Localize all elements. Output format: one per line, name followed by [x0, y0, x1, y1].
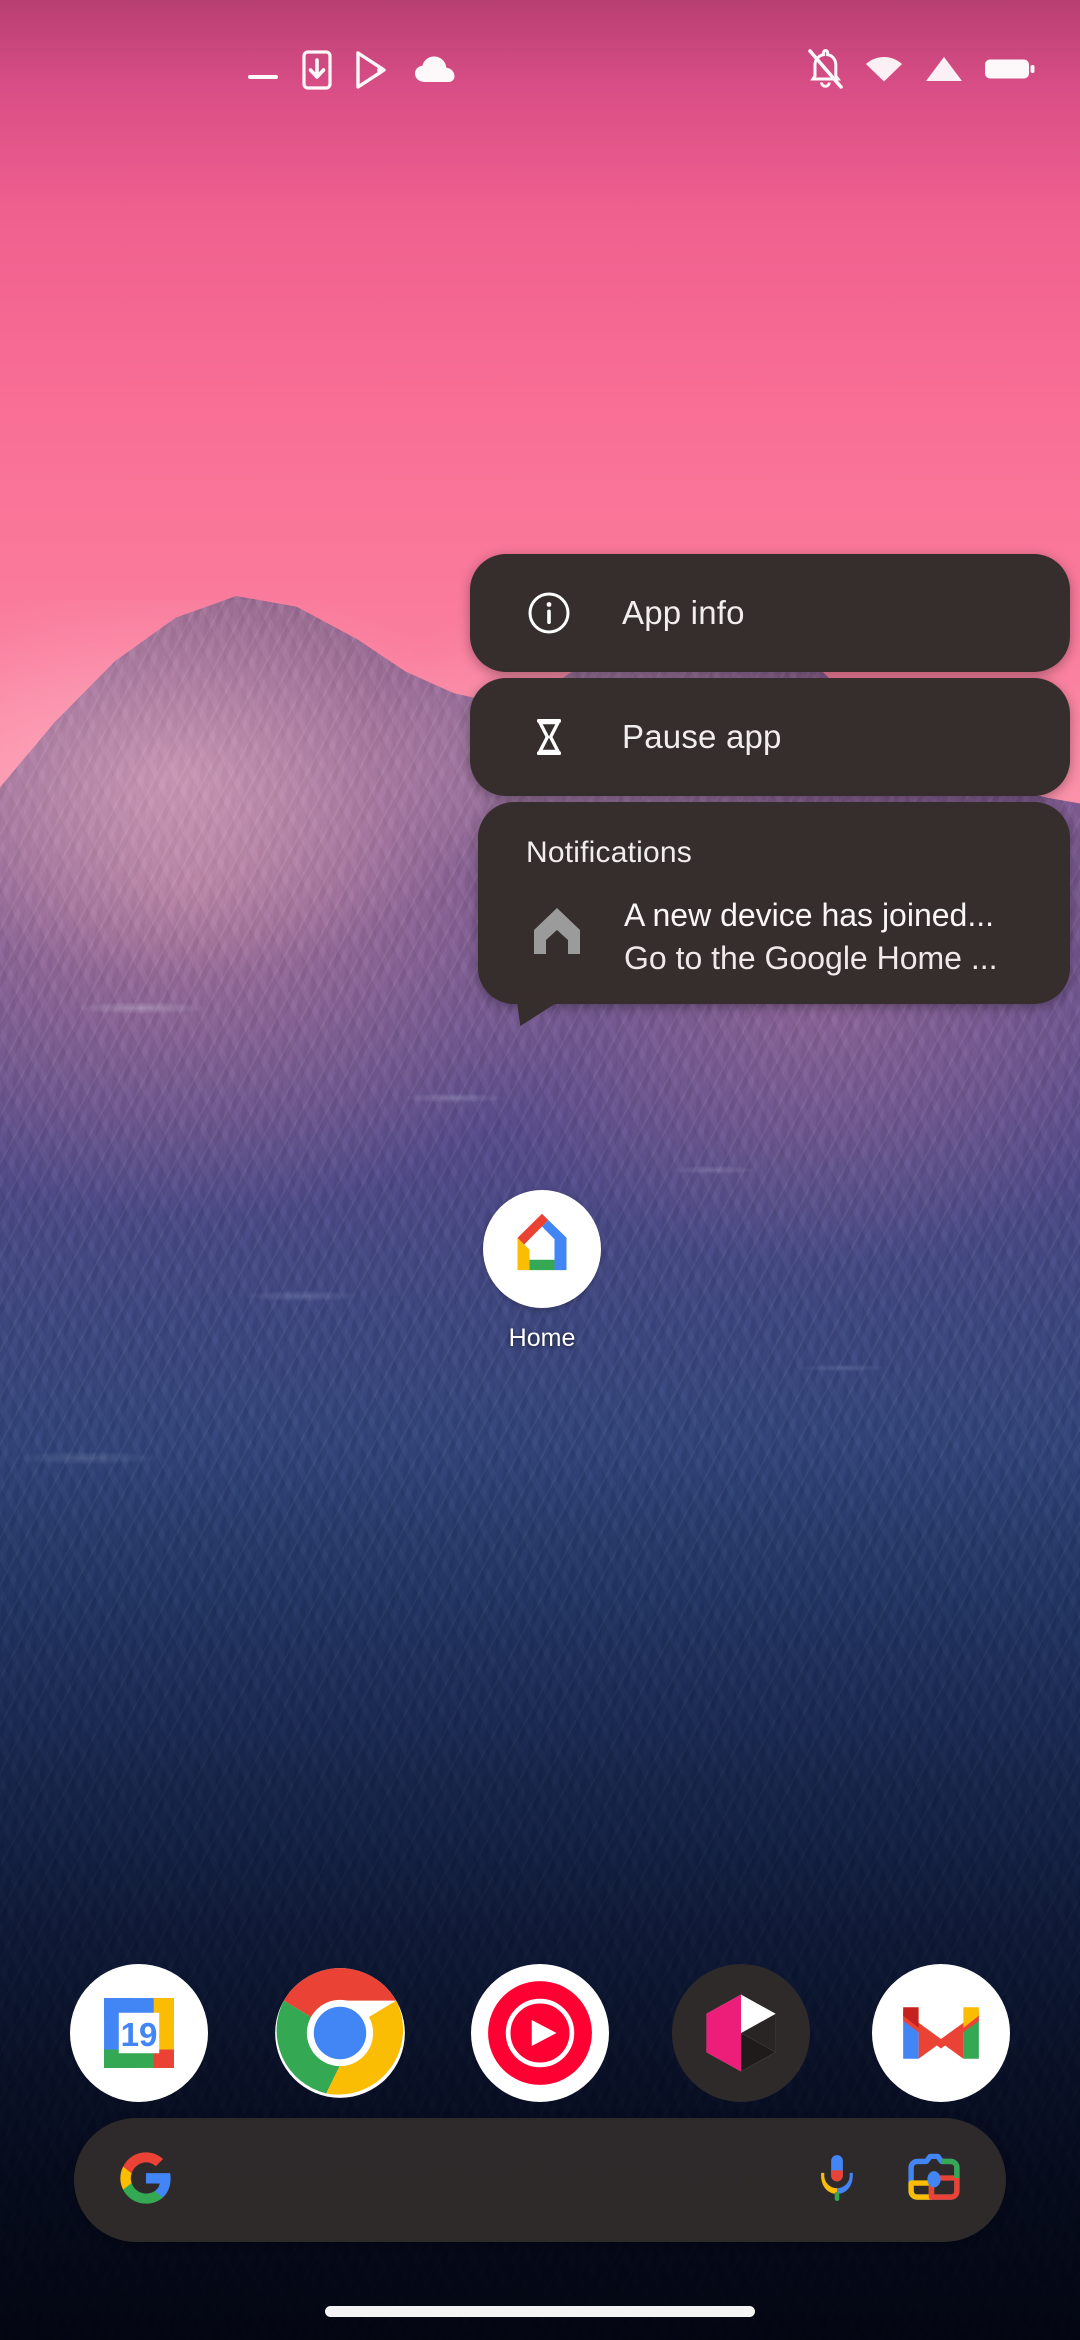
- google-calendar-icon[interactable]: 19: [70, 1964, 208, 2102]
- google-g-icon: [118, 2150, 174, 2211]
- notifications-heading: Notifications: [526, 836, 693, 869]
- battery-icon: [984, 55, 1036, 88]
- menu-item-app-info[interactable]: App info: [470, 554, 1070, 672]
- status-bar-left-icons: [246, 50, 458, 95]
- notifications-section[interactable]: Notifications A new device has joined...…: [478, 802, 1070, 1027]
- dock-item-calendar[interactable]: 19: [70, 1964, 208, 2102]
- google-play-icon: [354, 50, 392, 95]
- minus-dash-icon: [246, 55, 280, 90]
- menu-item-label: App info: [622, 594, 745, 631]
- dock-item-gmail[interactable]: [872, 1964, 1010, 2102]
- dock-item-chrome[interactable]: [271, 1964, 409, 2102]
- app-label: Home: [508, 1324, 576, 1352]
- notification-body: Go to the Google Home ...: [624, 940, 998, 977]
- notification-title: A new device has joined...: [624, 897, 995, 933]
- cloud-icon: [414, 55, 458, 90]
- app-icon-home[interactable]: Home: [482, 1190, 602, 1353]
- menu-item-pause-app[interactable]: Pause app: [470, 678, 1070, 796]
- notification-text: A new device has joined... Go to the Goo…: [624, 896, 998, 978]
- gmail-icon[interactable]: [872, 1964, 1010, 2102]
- menu-item-label: Pause app: [622, 718, 782, 755]
- google-chrome-icon[interactable]: [271, 1964, 409, 2102]
- status-bar: [0, 0, 1080, 96]
- gesture-home-pill[interactable]: [325, 2305, 755, 2317]
- dock: 19: [0, 1964, 1080, 2102]
- google-home-icon[interactable]: [483, 1190, 601, 1308]
- youtube-music-icon[interactable]: [471, 1964, 609, 2102]
- navigation-bar: [0, 2282, 1080, 2340]
- app-long-press-popup[interactable]: App info Pause app Notifications A new d…: [470, 554, 1070, 1027]
- google-home-glyph-icon: [526, 900, 588, 962]
- dock-item-youtube-music[interactable]: [471, 1964, 609, 2102]
- wifi-icon: [864, 54, 904, 89]
- calendar-date-number: 19: [121, 2017, 158, 2054]
- status-bar-right-icons: [806, 48, 1036, 95]
- notification-item[interactable]: A new device has joined... Go to the Goo…: [478, 896, 1070, 978]
- search-input[interactable]: [174, 2118, 812, 2242]
- dock-item-app-hexagon[interactable]: [671, 1964, 810, 2102]
- hourglass-icon: [526, 714, 572, 760]
- mobile-signal-icon: [924, 54, 964, 89]
- microphone-icon[interactable]: [812, 2150, 862, 2211]
- app-hexagon-icon[interactable]: [671, 1964, 810, 2102]
- notifications-silenced-icon: [806, 48, 844, 95]
- google-search-bar[interactable]: [74, 2118, 1006, 2242]
- search-bar-actions: [812, 2150, 962, 2211]
- info-circle-icon: [526, 590, 572, 636]
- phone-download-icon: [302, 50, 332, 95]
- google-lens-camera-icon[interactable]: [906, 2152, 962, 2209]
